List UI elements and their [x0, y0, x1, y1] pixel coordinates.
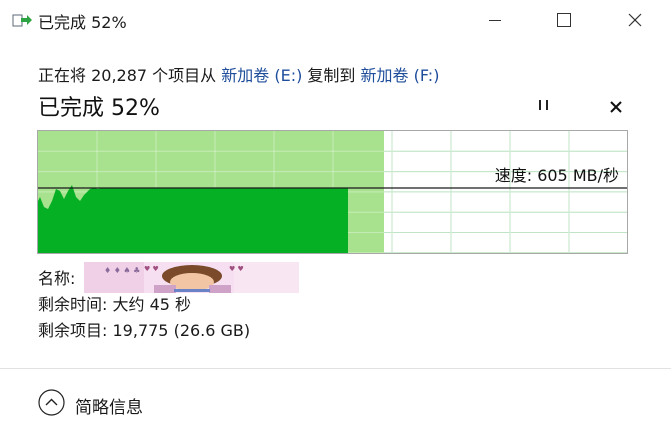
svg-text:♥ ♥: ♥ ♥: [229, 265, 244, 273]
progress-status: 已完成 52%: [38, 96, 160, 121]
remaining-items-row: 剩余项目: 19,775 (26.6 GB): [38, 318, 250, 344]
window-title: 已完成 52%: [38, 13, 127, 32]
copy-prefix-text: 正在将 20,287 个项目从: [38, 66, 222, 85]
remaining-time-row: 剩余时间: 大约 45 秒: [38, 292, 250, 318]
pause-icon-bar: [539, 100, 541, 110]
remaining-items-label: 剩余项目:: [38, 321, 108, 340]
copy-description: 正在将 20,287 个项目从 新加卷 (E:) 复制到 新加卷 (F:): [38, 62, 439, 86]
speed-readout: 速度: 605 MB/秒: [494, 166, 619, 185]
close-window-button[interactable]: [611, 0, 657, 40]
destination-drive-link[interactable]: 新加卷 (F:): [361, 66, 440, 85]
transfer-speed-graph: 速度: 605 MB/秒: [37, 130, 628, 254]
title-bar: 已完成 52%: [0, 0, 671, 40]
pause-icon-bar: [546, 100, 548, 110]
fewer-details-label: 简略信息: [75, 398, 143, 418]
close-icon: [628, 13, 642, 27]
svg-text:♥ ♥: ♥ ♥: [144, 265, 159, 273]
remaining-time-label: 剩余时间:: [38, 295, 108, 314]
footer-divider: [0, 368, 671, 369]
copy-middle-text: 复制到: [302, 66, 361, 85]
maximize-icon: [557, 13, 571, 27]
cancel-copy-button[interactable]: [604, 95, 628, 119]
speed-graph-canvas: [38, 131, 627, 253]
name-label: 名称:: [38, 269, 76, 288]
source-drive-link[interactable]: 新加卷 (E:): [221, 66, 302, 85]
remaining-time-value: 大约 45 秒: [112, 295, 192, 314]
minimize-icon: [489, 20, 501, 21]
maximize-button[interactable]: [540, 0, 586, 40]
pause-button[interactable]: [532, 96, 556, 118]
svg-text:♦ ♦ ♠ ♣: ♦ ♦ ♠ ♣: [104, 266, 140, 275]
throughput-area: [38, 185, 348, 253]
file-copy-icon: [12, 12, 32, 28]
file-name-image: ♦ ♦ ♠ ♣ ♥ ♥ ♥ ♥: [84, 262, 299, 293]
remaining-items-value: 19,775 (26.6 GB): [112, 321, 251, 340]
chevron-up-icon: [38, 389, 65, 416]
minimize-button[interactable]: [471, 0, 517, 40]
cancel-icon: [610, 101, 622, 113]
